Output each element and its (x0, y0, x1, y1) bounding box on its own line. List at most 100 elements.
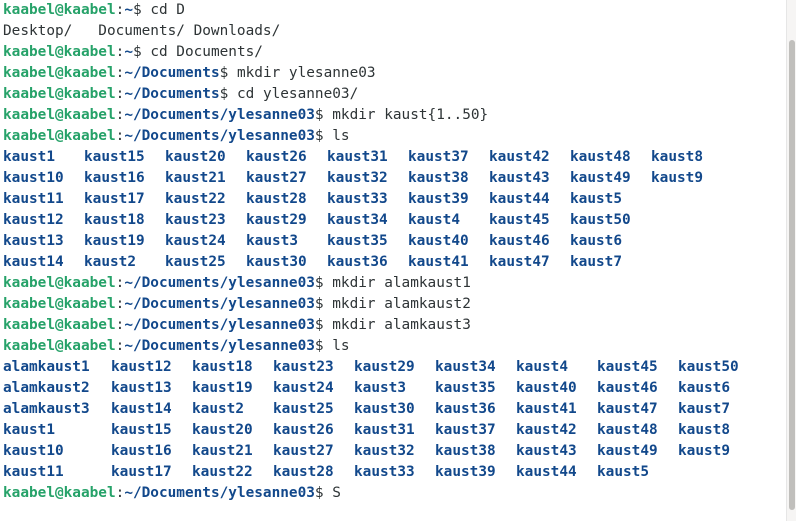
command-text: mkdir kaust{1..50} (332, 107, 489, 123)
directory-entry: kaust45 (597, 359, 658, 375)
directory-entry: kaust19 (84, 233, 145, 249)
prompt-path: ~/Documents (124, 86, 220, 102)
directory-entry: kaust33 (327, 191, 388, 207)
prompt-path: ~/Documents/ylesanne03 (124, 296, 315, 312)
directory-entry: kaust47 (597, 401, 658, 417)
directory-entry: kaust38 (435, 443, 496, 459)
directory-entry: kaust43 (489, 170, 550, 186)
directory-entry: kaust11 (3, 191, 64, 207)
directory-entry: kaust4 (408, 212, 460, 228)
prompt-user: kaabel@kaabel (3, 2, 116, 18)
directory-entry: kaust17 (111, 464, 172, 480)
prompt-symbol: $ (314, 275, 333, 291)
prompt-line: kaabel@kaabel:~/Documents/ylesanne03$ S (3, 483, 786, 504)
directory-entry: kaust18 (192, 359, 253, 375)
prompt-symbol: $ (314, 128, 333, 144)
directory-entry: kaust2 (192, 401, 244, 417)
directory-listing-row: kaust13 kaust19 kaust24 kaust3 kaust35 kaust4… (3, 231, 786, 252)
prompt-separator: : (115, 65, 125, 81)
directory-entry: kaust31 (354, 422, 415, 438)
directory-entry: kaust39 (435, 464, 496, 480)
directory-listing-row: alamkaust3 kaust14 kaust2 kaust25 kaust30 kau… (3, 399, 786, 420)
directory-entry: kaust40 (408, 233, 469, 249)
directory-entry: kaust45 (489, 212, 550, 228)
directory-entry: kaust35 (327, 233, 388, 249)
scrollbar-thumb[interactable] (789, 40, 795, 510)
prompt-user: kaabel@kaabel (3, 65, 116, 81)
directory-entry: kaust11 (3, 464, 64, 480)
directory-entry: kaust35 (435, 380, 496, 396)
directory-listing-row: kaust10 kaust16 kaust21 kaust27 kaust32 kaust… (3, 441, 786, 462)
directory-entry: kaust34 (435, 359, 496, 375)
prompt-separator: : (115, 86, 125, 102)
directory-entry: kaust32 (354, 443, 415, 459)
directory-entry: kaust39 (408, 191, 469, 207)
directory-entry: kaust21 (192, 443, 253, 459)
directory-entry: kaust42 (516, 422, 577, 438)
directory-entry: kaust41 (516, 401, 577, 417)
directory-entry: kaust14 (3, 254, 64, 270)
directory-entry: kaust31 (327, 149, 388, 165)
prompt-path: ~ (124, 44, 133, 60)
prompt-user: kaabel@kaabel (3, 86, 116, 102)
directory-entry: kaust24 (273, 380, 334, 396)
prompt-separator: : (115, 44, 125, 60)
prompt-path: ~/Documents/ylesanne03 (124, 317, 315, 333)
directory-entry: kaust48 (570, 149, 631, 165)
command-text: mkdir ylesanne03 (236, 65, 376, 81)
prompt-line: kaabel@kaabel:~/Documents/ylesanne03$ ls (3, 126, 786, 147)
prompt-user: kaabel@kaabel (3, 317, 116, 333)
directory-entry: kaust12 (111, 359, 172, 375)
prompt-line: kaabel@kaabel:~$ cd Documents/ (3, 42, 786, 63)
directory-entry: kaust46 (597, 380, 658, 396)
directory-entry: kaust15 (84, 149, 145, 165)
prompt-user: kaabel@kaabel (3, 107, 116, 123)
directory-entry: kaust20 (165, 149, 226, 165)
directory-entry: kaust5 (570, 191, 622, 207)
prompt-line: kaabel@kaabel:~/Documents/ylesanne03$ ls (3, 336, 786, 357)
directory-entry: kaust41 (408, 254, 469, 270)
directory-entry: kaust44 (516, 464, 577, 480)
directory-entry: kaust27 (246, 170, 307, 186)
directory-entry: kaust33 (354, 464, 415, 480)
directory-entry: kaust9 (651, 170, 703, 186)
prompt-line: kaabel@kaabel:~/Documents$ mkdir ylesann… (3, 63, 786, 84)
command-text: mkdir alamkaust3 (332, 317, 471, 333)
output-line: Desktop/ Documents/ Downloads/ (3, 21, 786, 42)
directory-entry: kaust9 (678, 443, 730, 459)
directory-entry: kaust29 (354, 359, 415, 375)
directory-listing-row: kaust11 kaust17 kaust22 kaust28 kaust33 kaust… (3, 462, 786, 483)
command-text: cd ylesanne03/ (236, 86, 359, 102)
directory-entry: kaust10 (3, 170, 64, 186)
directory-entry: kaust15 (111, 422, 172, 438)
vertical-scrollbar[interactable] (786, 0, 796, 521)
directory-entry: kaust3 (246, 233, 298, 249)
prompt-user: kaabel@kaabel (3, 296, 116, 312)
directory-entry: kaust16 (111, 443, 172, 459)
directory-entry: kaust7 (678, 401, 730, 417)
prompt-path: ~ (124, 2, 133, 18)
directory-listing-row: kaust10 kaust16 kaust21 kaust27 kaust32 kaust… (3, 168, 786, 189)
prompt-symbol: $ (314, 317, 333, 333)
prompt-path: ~/Documents/ylesanne03 (124, 485, 315, 501)
directory-entry: kaust44 (489, 191, 550, 207)
prompt-user: kaabel@kaabel (3, 485, 116, 501)
prompt-line: kaabel@kaabel:~/Documents$ cd ylesanne03… (3, 84, 786, 105)
directory-entry: kaust42 (489, 149, 550, 165)
directory-entry: kaust47 (489, 254, 550, 270)
command-text: cd Documents/ (150, 44, 263, 60)
directory-listing-row: kaust11 kaust17 kaust22 kaust28 kaust33 kaust… (3, 189, 786, 210)
directory-entry: kaust29 (246, 212, 307, 228)
prompt-path: ~/Documents/ylesanne03 (124, 338, 315, 354)
terminal-output[interactable]: kaabel@kaabel:~$ cd D Desktop/ Documents/… (0, 0, 786, 521)
directory-entry: kaust4 (516, 359, 568, 375)
command-text: mkdir alamkaust1 (332, 275, 471, 291)
command-text: mkdir alamkaust2 (332, 296, 471, 312)
directory-entry: kaust34 (327, 212, 388, 228)
directory-entry: kaust37 (408, 149, 469, 165)
directory-entry: kaust23 (165, 212, 226, 228)
command-text: ls (332, 338, 350, 354)
prompt-symbol: $ (219, 65, 237, 81)
prompt-line: kaabel@kaabel:~$ cd D (3, 0, 786, 21)
prompt-separator: : (115, 2, 125, 18)
